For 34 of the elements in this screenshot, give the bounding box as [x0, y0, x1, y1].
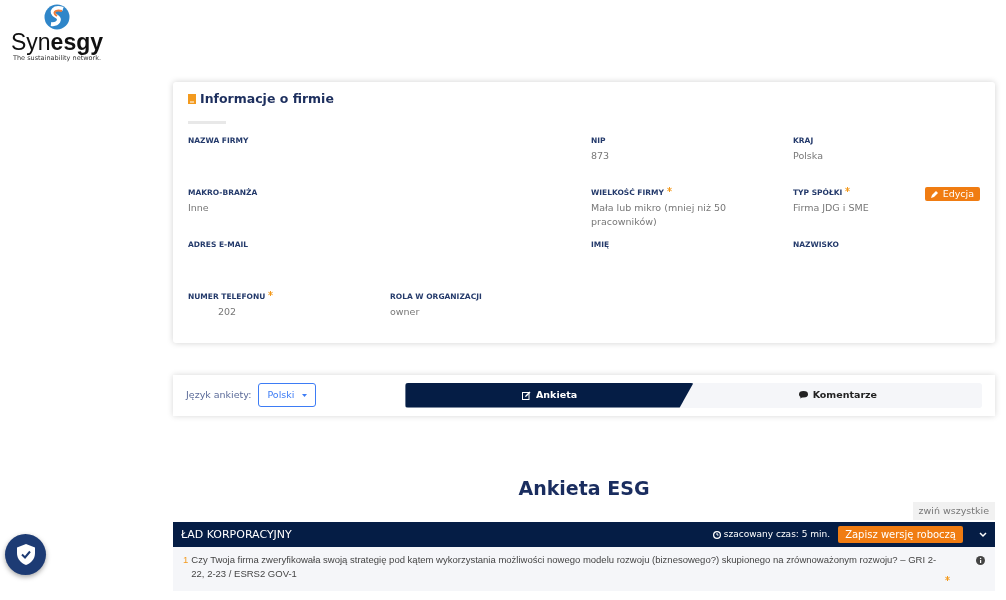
field-value: Inne — [188, 200, 210, 215]
security-badge[interactable] — [5, 534, 46, 575]
pencil-icon — [930, 189, 939, 198]
tab[interactable]: Ankieta — [405, 382, 694, 408]
save-draft-button[interactable]: Zapisz wersję roboczą — [838, 526, 963, 544]
required-asterisk-icon — [666, 186, 672, 192]
required-asterisk-icon — [845, 186, 851, 192]
estimated-time: szacowany czas: 5 min. — [712, 528, 831, 542]
language-dropdown[interactable]: Polski — [258, 382, 317, 408]
logo-text: Synesgy — [10, 31, 104, 54]
edit-icon — [522, 390, 531, 400]
edit-button[interactable]: Edycja — [924, 186, 980, 201]
field-value: owner — [390, 304, 421, 319]
field-value: 873 — [591, 148, 611, 163]
clock-icon — [712, 530, 721, 539]
language-label: Język ankiety: — [186, 387, 252, 402]
field-value: Firma JDG i SME — [793, 200, 869, 215]
section-title: ŁAD KORPORACYJNY — [181, 526, 293, 543]
collapse-all-button[interactable]: zwiń wszystkie — [912, 502, 995, 521]
speech-bubble-icon — [798, 391, 808, 399]
section-title: Informacje o firmie — [200, 89, 334, 108]
logo-icon — [44, 3, 70, 31]
required-asterisk-icon — [944, 575, 950, 581]
field-value: 202 — [217, 304, 238, 319]
field-value: Polska — [793, 148, 824, 163]
tab[interactable]: Komentarze — [693, 382, 982, 408]
field-value: Mała lub mikro (mniej niż 50 pracowników) — [591, 200, 728, 229]
page-heading: Ankieta ESG — [517, 475, 651, 501]
info-icon[interactable] — [976, 556, 985, 566]
question-text: Czy Twoja firma zweryfikowała swoją strategię pod kątem wykorzystania możliwości nowego modelu rozwoju (biznesowego?) skupionego na zrównoważonym rozwoju? – GRI 2-22, 2-23 / ESRS2 GOV-1 — [191, 553, 938, 581]
document-icon — [188, 94, 196, 105]
required-asterisk-icon — [268, 290, 274, 296]
caret-icon — [302, 393, 308, 397]
question-number: 1 — [183, 553, 189, 568]
